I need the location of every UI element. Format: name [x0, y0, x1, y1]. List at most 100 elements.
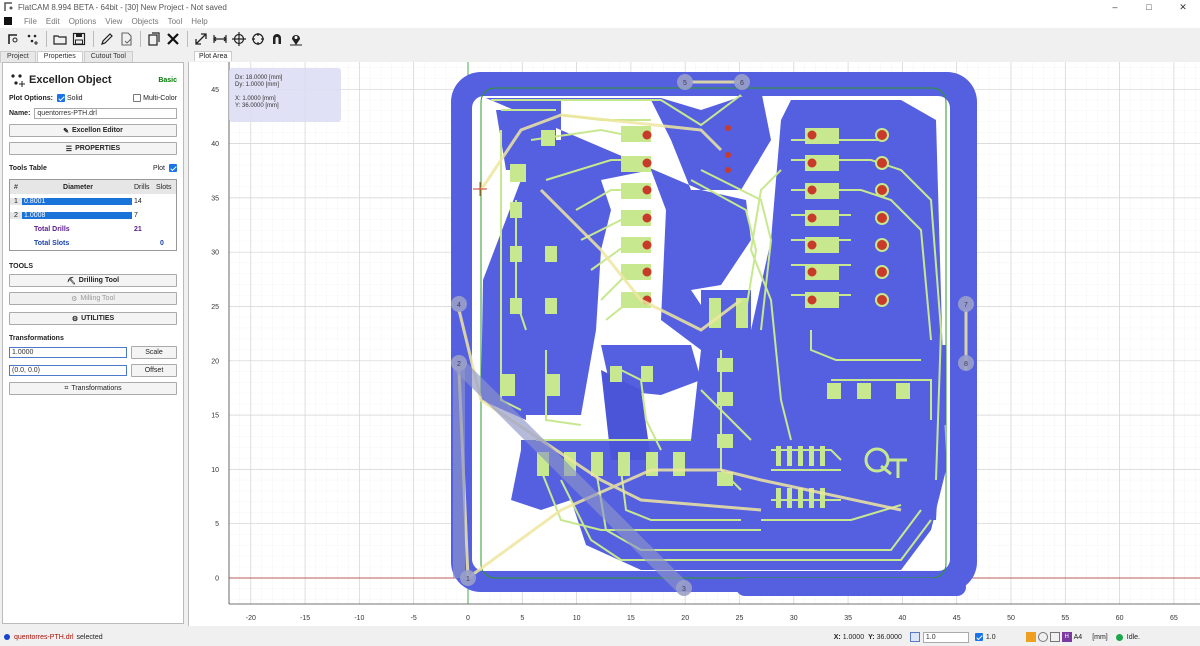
save-edit-icon[interactable] — [117, 30, 135, 48]
transformations-label: Transformations — [71, 385, 122, 392]
excellon-object-icon — [11, 74, 25, 87]
maximize-button[interactable]: □ — [1132, 0, 1166, 14]
utilities-button[interactable]: ⚙ UTILITIES — [9, 312, 177, 325]
row-drills: 7 — [134, 211, 138, 219]
axis-icon[interactable] — [1025, 632, 1036, 642]
new-excellon-icon[interactable] — [23, 30, 41, 48]
row-diameter[interactable]: 1.0008 — [22, 211, 132, 219]
x-tick-label: 40 — [899, 615, 907, 622]
table-row[interactable]: 1 0.8001 14 — [10, 194, 176, 208]
toolbar-separator — [46, 31, 47, 47]
new-geometry-icon[interactable] — [4, 30, 22, 48]
object-title: Excellon Object — [29, 74, 112, 86]
y-tick-label: 5 — [215, 521, 219, 528]
save-icon[interactable] — [70, 30, 88, 48]
excellon-editor-button[interactable]: ✎ Excellon Editor — [9, 124, 177, 137]
table-row[interactable]: 2 1.0008 7 — [10, 208, 176, 222]
pad-label: 3 — [682, 586, 686, 593]
tab-plot-area[interactable]: Plot Area — [194, 51, 233, 61]
solid-checkbox[interactable] — [56, 94, 65, 102]
flatcam-logo-icon — [4, 2, 13, 11]
close-window-button[interactable]: ✕ — [1166, 0, 1200, 14]
total-slots-row: Total Slots 0 — [10, 236, 176, 250]
x-tick-label: 10 — [573, 615, 581, 622]
multicolor-checkbox[interactable] — [133, 94, 142, 102]
x-tick-label: 55 — [1061, 615, 1069, 622]
menu-help[interactable]: Help — [191, 17, 207, 26]
menu-objects[interactable]: Objects — [131, 17, 158, 26]
menu-tool[interactable]: Tool — [168, 17, 183, 26]
offset-input[interactable]: (0.0, 0.0) — [9, 365, 127, 376]
pad-label: 2 — [457, 361, 461, 368]
status-info-icon — [4, 634, 10, 640]
grid-snap-icon[interactable] — [909, 632, 920, 642]
grid-x-input[interactable]: 1.0 — [922, 631, 969, 643]
menu-view[interactable]: View — [105, 17, 122, 26]
pencil-icon: ✎ — [63, 127, 69, 135]
drill-icon: ⛏ — [66, 277, 76, 285]
plot-options-row: Plot Options: Solid Multi-Color — [3, 91, 183, 105]
plot-canvas[interactable]: 1 2 3 4 5 6 7 8 -20 -15 -10 -5 0 5 10 15 20 25 30 3… — [188, 62, 1200, 626]
mount-pad: 8 — [958, 355, 974, 371]
page-size[interactable]: A4 — [1074, 634, 1083, 641]
offset-row: (0.0, 0.0) Offset — [3, 363, 183, 378]
distance-tool-icon[interactable] — [211, 30, 229, 48]
drilling-tool-label: Drilling Tool — [78, 277, 120, 284]
utilities-label: UTILITIES — [81, 315, 115, 322]
hud-icon[interactable]: H — [1061, 632, 1072, 642]
offset-button[interactable]: Offset — [131, 364, 177, 377]
delete-object-icon[interactable] — [164, 30, 182, 48]
mount-pad: 4 — [451, 296, 467, 312]
menu-edit[interactable]: Edit — [46, 17, 60, 26]
name-label: Name: — [9, 109, 31, 117]
milling-tool-button[interactable]: ⚙ Milling Tool — [9, 292, 177, 305]
edit-pencil-icon[interactable] — [98, 30, 116, 48]
menu-bar: File Edit Options View Objects Tool Help — [0, 14, 1200, 28]
jump-to-location-icon[interactable] — [249, 30, 267, 48]
y-axis-ticks: 45 40 35 30 25 20 15 10 5 0 — [211, 62, 230, 604]
col-drills-header: Drills — [134, 183, 150, 191]
object-name-input[interactable]: quentorres-PTH.drl — [34, 107, 177, 119]
y-tick-label: 25 — [211, 304, 219, 311]
row-diameter[interactable]: 0.8001 — [22, 197, 132, 205]
title-bar: FlatCAM 8.994 BETA - 64bit - [30] New Pr… — [0, 0, 1200, 14]
tools-table: # Diameter Drills Slots 1 0.8001 14 2 1.… — [9, 179, 177, 251]
menu-options[interactable]: Options — [69, 17, 97, 26]
scale-button[interactable]: Scale — [131, 346, 177, 359]
pad-label: 6 — [740, 80, 744, 87]
properties-button[interactable]: ☰ PROPERTIES — [9, 142, 177, 155]
y-coord-label: Y: — [868, 633, 875, 641]
drilling-tool-button[interactable]: ⛏ Drilling Tool — [9, 274, 177, 287]
minimize-button[interactable]: – — [1098, 0, 1132, 14]
snap-magnet-icon[interactable] — [268, 30, 286, 48]
grid-link-checkbox[interactable] — [974, 633, 983, 641]
properties-label: PROPERTIES — [75, 145, 121, 152]
coordinate-readout: Dx: 18.0000 [mm] Dy: 1.0000 [mm] X: 1.00… — [229, 68, 341, 122]
y-tick-label: 45 — [211, 87, 219, 94]
toolbar-separator — [93, 31, 94, 47]
app-menu-icon[interactable] — [4, 17, 12, 25]
tools-section-row: TOOLS — [3, 259, 183, 273]
selected-suffix: selected — [76, 633, 103, 641]
set-origin-icon[interactable] — [230, 30, 248, 48]
pcb-plot[interactable]: 1 2 3 4 5 6 7 8 -20 -15 -10 -5 0 5 10 15 20 25 30 3… — [189, 62, 1200, 626]
settings-gear-icon[interactable] — [1037, 632, 1048, 642]
grid-y-value[interactable]: 1.0 — [986, 634, 996, 641]
transformations-button[interactable]: ⌗ Transformations — [9, 382, 177, 395]
scale-input[interactable]: 1.0000 — [9, 347, 127, 358]
x-tick-label: 30 — [790, 615, 798, 622]
pad-label: 4 — [457, 302, 461, 309]
open-folder-icon[interactable] — [51, 30, 69, 48]
solid-label: Solid — [66, 94, 83, 102]
plot-checkbox[interactable] — [169, 164, 177, 172]
copy-object-icon[interactable] — [145, 30, 163, 48]
isolation-geometry — [451, 72, 977, 596]
x-tick-label: 50 — [1007, 615, 1015, 622]
menu-file[interactable]: File — [24, 17, 37, 26]
units-label[interactable]: [mm] — [1092, 634, 1108, 641]
pad-label: 1 — [466, 576, 470, 583]
locate-icon[interactable] — [287, 30, 305, 48]
mount-pad: 2 — [451, 355, 467, 371]
resize-icon[interactable] — [192, 30, 210, 48]
workspace-icon[interactable] — [1049, 632, 1060, 642]
